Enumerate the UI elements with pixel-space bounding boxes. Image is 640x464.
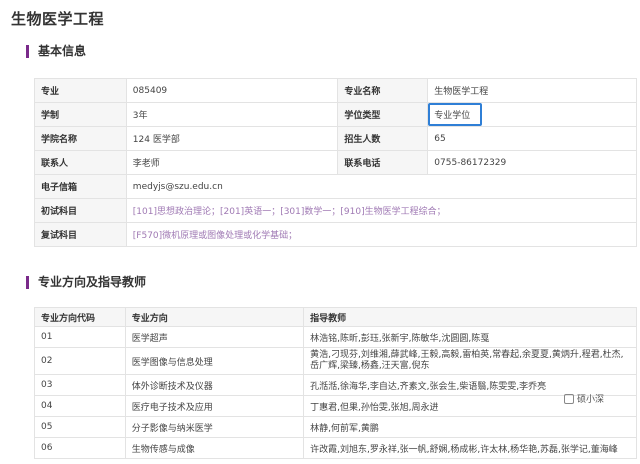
page-title: 生物医学工程 [11, 10, 105, 28]
label-major-code: 专业 [34, 78, 127, 103]
label-phone: 联系电话 [337, 150, 429, 175]
direction-code: 01 [34, 326, 126, 348]
directions-table: 专业方向代码 专业方向 指导教师 01 医学超声 林浩铭,陈昕,彭珏,张新宇,陈… [34, 307, 637, 459]
direction-name: 医学图像与信息处理 [124, 347, 305, 375]
header-direction: 专业方向 [124, 307, 305, 327]
table-row: 02 医学图像与信息处理 黄浩,刁现芬,刘维湘,薛武峰,王毅,高毅,雷柏英,常春… [34, 347, 637, 375]
value-contact: 李老师 [125, 150, 339, 175]
table-row: 初试科目 [101]思想政治理论；[201]英语一；[301]数学一；[910]… [34, 198, 638, 223]
direction-teachers: 林浩铭,陈昕,彭珏,张新宇,陈敏华,沈圆圆,陈戛 [303, 326, 637, 348]
value-major-code: 085409 [125, 78, 339, 103]
watermark: 硕小深 [564, 392, 604, 405]
value-major-name: 生物医学工程 [427, 78, 637, 103]
direction-name: 分子影像与纳米医学 [124, 416, 305, 438]
value-phone: 0755-86172329 [427, 150, 637, 175]
section-title-directions: 专业方向及指导教师 [26, 276, 146, 289]
table-row: 05 分子影像与纳米医学 林静,何前军,黄鹏 [34, 416, 637, 438]
label-major-name: 专业名称 [337, 78, 429, 103]
value-exam2: [F570]微机原理或图像处理或化学基础； [125, 222, 638, 247]
label-contact: 联系人 [34, 150, 127, 175]
value-exam1: [101]思想政治理论；[201]英语一；[301]数学一；[910]生物医学工… [125, 198, 638, 223]
degree-type-highlight: 专业学位 [428, 103, 483, 126]
value-college: 124 医学部 [125, 126, 339, 151]
label-degree-type: 学位类型 [337, 102, 429, 127]
basic-info-table: 专业 085409 专业名称 生物医学工程 学制 3年 学位类型 专业学位 学院… [34, 78, 638, 247]
table-row: 学院名称 124 医学部 招生人数 65 [34, 126, 637, 151]
table-row: 专业 085409 专业名称 生物医学工程 [34, 78, 637, 103]
label-exam2: 复试科目 [34, 222, 127, 247]
direction-code: 06 [34, 437, 126, 459]
direction-name: 医学超声 [124, 326, 305, 348]
section-title-basic-info: 基本信息 [26, 45, 86, 58]
direction-teachers: 许改霞,刘旭东,罗永祥,张一帆,舒娴,杨成彬,许太林,杨华艳,苏磊,张学记,董海… [303, 437, 637, 459]
direction-name: 体外诊断技术及仪器 [124, 374, 305, 396]
value-duration: 3年 [125, 102, 339, 127]
direction-code: 05 [34, 416, 126, 438]
table-row: 01 医学超声 林浩铭,陈昕,彭珏,张新宇,陈敏华,沈圆圆,陈戛 [34, 326, 637, 348]
watermark-text: 硕小深 [577, 395, 605, 405]
table-row: 学制 3年 学位类型 专业学位 [34, 102, 637, 127]
table-header-row: 专业方向代码 专业方向 指导教师 [34, 307, 637, 327]
direction-code: 02 [34, 347, 126, 375]
direction-code: 03 [34, 374, 126, 396]
direction-name: 医疗电子技术及应用 [124, 395, 305, 417]
label-email: 电子信箱 [34, 174, 127, 199]
direction-teachers: 林静,何前军,黄鹏 [303, 416, 637, 438]
direction-name: 生物传感与成像 [124, 437, 305, 459]
label-exam1: 初试科目 [34, 198, 127, 223]
direction-teachers: 黄浩,刁现芬,刘维湘,薛武峰,王毅,高毅,雷柏英,常春起,余夏夏,黄炳升,程君,… [303, 347, 637, 375]
table-row: 电子信箱 medyjs@szu.edu.cn [34, 174, 638, 199]
table-row: 04 医疗电子技术及应用 丁惠君,但果,孙怡雯,张旭,周永进 [34, 395, 637, 417]
label-college: 学院名称 [34, 126, 127, 151]
value-enrollment: 65 [427, 126, 637, 151]
table-row: 联系人 李老师 联系电话 0755-86172329 [34, 150, 637, 175]
label-duration: 学制 [34, 102, 127, 127]
header-teachers: 指导教师 [303, 307, 637, 327]
table-row: 06 生物传感与成像 许改霞,刘旭东,罗永祥,张一帆,舒娴,杨成彬,许太林,杨华… [34, 437, 637, 459]
direction-code: 04 [34, 395, 126, 417]
table-row: 03 体外诊断技术及仪器 孔湉湉,徐海华,李自达,齐素文,张会生,柴语翳,陈雯雯… [34, 374, 637, 396]
table-row: 复试科目 [F570]微机原理或图像处理或化学基础； [34, 222, 638, 247]
header-code: 专业方向代码 [34, 307, 126, 327]
value-degree-type-cell: 专业学位 [427, 102, 637, 127]
watermark-logo-icon [564, 393, 574, 404]
label-enrollment: 招生人数 [337, 126, 429, 151]
value-email: medyjs@szu.edu.cn [125, 174, 638, 199]
